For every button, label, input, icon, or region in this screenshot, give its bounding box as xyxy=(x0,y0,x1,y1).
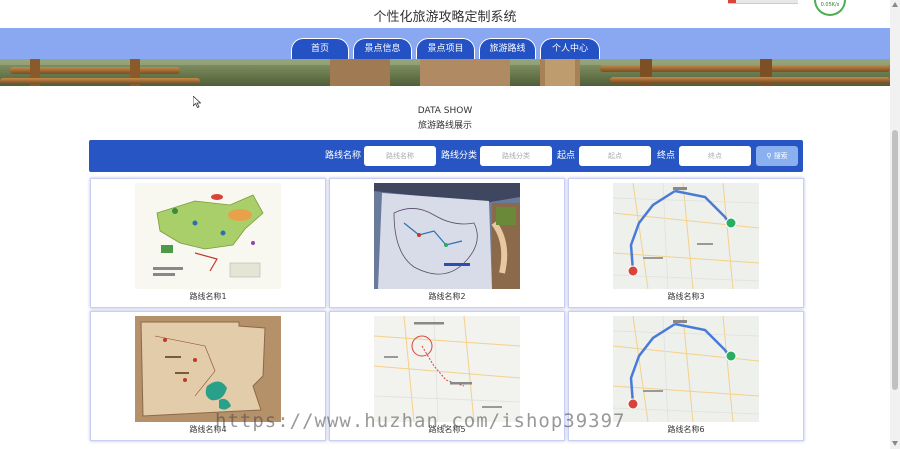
site-title: 个性化旅游攻略定制系统 xyxy=(373,10,517,25)
illustrated-map-picture xyxy=(135,183,281,289)
parchment-map-picture xyxy=(135,316,281,422)
nav-tab-user-center[interactable]: 个人中心 xyxy=(540,38,600,60)
route-name[interactable]: 路线名称3 xyxy=(569,291,803,302)
title-bar: 个性化旅游攻略定制系统 xyxy=(0,0,890,28)
route-category-label: 路线分类 xyxy=(441,151,478,161)
nav-tab-scenic-info[interactable]: 景点信息 xyxy=(353,38,412,60)
route-name-label: 路线名称 xyxy=(325,151,362,161)
city-map-picture xyxy=(374,316,520,422)
speed-badge-text: 0.05K/s xyxy=(820,2,840,8)
start-point-label: 起点 xyxy=(557,151,576,161)
route-card[interactable]: 路线名称3 xyxy=(568,178,804,308)
road-map-picture xyxy=(613,316,759,422)
scroll-up-arrow-icon[interactable] xyxy=(892,2,898,7)
nav-tab-home[interactable]: 首页 xyxy=(291,38,349,60)
route-image-road-map[interactable] xyxy=(613,316,759,422)
road-map-picture xyxy=(613,183,759,289)
search-icon: ⚲ xyxy=(766,152,772,160)
route-name-input[interactable] xyxy=(364,146,436,166)
main-nav: 首页 景点信息 景点项目 旅游路线 个人中心 xyxy=(0,28,890,60)
banner-image xyxy=(0,59,890,86)
top-search-widget[interactable] xyxy=(728,0,798,4)
section-title-en: DATA SHOW xyxy=(417,106,473,116)
end-point-input[interactable] xyxy=(679,146,751,166)
watermark-text: https://www.huzhan.com/ishop39397 xyxy=(215,410,626,432)
start-point-input[interactable] xyxy=(579,146,651,166)
scrollbar-thumb[interactable] xyxy=(892,130,898,390)
top-widget-accent xyxy=(728,0,736,3)
nav-tab-routes[interactable]: 旅游路线 xyxy=(479,38,536,60)
search-button[interactable]: ⚲ 搜索 xyxy=(756,146,798,166)
end-point-label: 终点 xyxy=(657,151,676,161)
route-name[interactable]: 路线名称2 xyxy=(330,291,564,302)
route-image-parchment-map[interactable] xyxy=(135,316,281,422)
scroll-down-arrow-icon[interactable] xyxy=(892,441,898,446)
route-image-hand-drawn-map[interactable] xyxy=(374,183,520,289)
nav-tab-scenic-projects[interactable]: 景点项目 xyxy=(416,38,475,60)
route-image-illustrated-map[interactable] xyxy=(135,183,281,289)
search-bar: 路线名称 路线分类 起点 终点 ⚲ 搜索 xyxy=(89,140,803,172)
hand-drawn-map-picture xyxy=(374,183,520,289)
section-title-cn: 旅游路线展示 xyxy=(417,121,472,131)
banner-picture xyxy=(0,59,890,86)
route-image-road-map[interactable] xyxy=(613,183,759,289)
search-button-label: 搜索 xyxy=(773,152,788,160)
route-card[interactable]: 路线名称2 xyxy=(329,178,565,308)
route-image-city-map[interactable] xyxy=(374,316,520,422)
route-name[interactable]: 路线名称1 xyxy=(91,291,325,302)
route-category-input[interactable] xyxy=(480,146,552,166)
route-card[interactable]: 路线名称1 xyxy=(90,178,326,308)
